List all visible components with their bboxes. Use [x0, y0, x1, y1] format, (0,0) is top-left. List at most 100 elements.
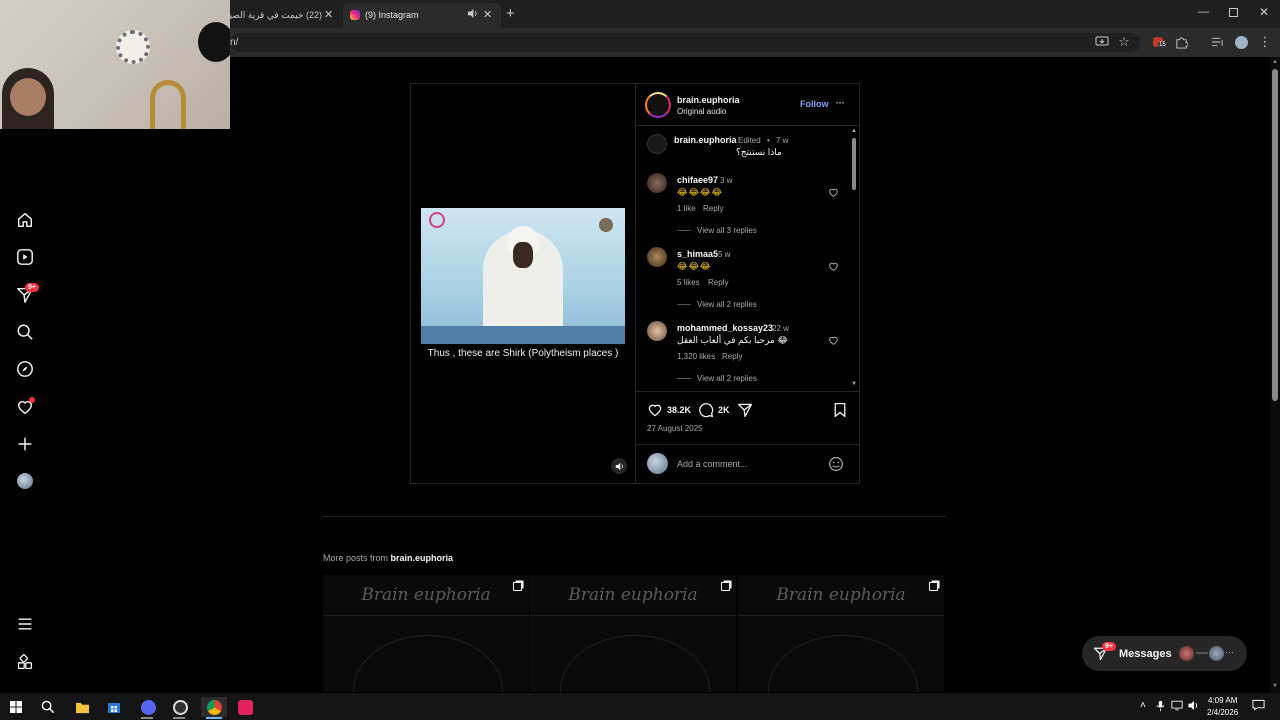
more-post-tile[interactable]: Brain euphoria — [530, 575, 736, 692]
commenter-avatar[interactable] — [647, 321, 667, 341]
reply-button[interactable]: Reply — [703, 204, 723, 213]
like-count[interactable]: 38.2K — [667, 405, 691, 415]
follow-button[interactable]: Follow — [800, 99, 829, 109]
emoji-picker-icon[interactable] — [828, 456, 844, 472]
more-post-tile[interactable]: Brain euphoria — [323, 575, 529, 692]
post-date[interactable]: 27 August 2025 — [647, 424, 703, 433]
restore-icon[interactable] — [1229, 8, 1238, 17]
view-replies-button[interactable]: View all 2 replies — [677, 300, 757, 309]
home-icon[interactable] — [14, 209, 36, 231]
reel-video[interactable]: Thus , these are Shirk (Polytheism place… — [411, 84, 635, 483]
more-options-icon[interactable]: ··· — [835, 95, 845, 109]
more-conversations-icon: ··· — [1225, 647, 1234, 657]
also-from-meta-icon[interactable] — [14, 651, 36, 673]
comment-likes[interactable]: 1 like — [677, 204, 696, 213]
obs-app-icon[interactable] — [170, 697, 190, 717]
notifications-heart-icon[interactable] — [14, 396, 36, 418]
more-posts-prefix: More posts from — [323, 553, 391, 563]
caption-avatar[interactable] — [647, 134, 667, 154]
file-explorer-icon[interactable] — [72, 697, 92, 717]
scroll-up-arrow-icon[interactable]: ▲ — [851, 128, 857, 134]
taskbar-search-icon[interactable] — [38, 697, 58, 717]
extension-adblock-icon[interactable]: 15 — [1150, 34, 1167, 50]
clock-time[interactable]: 4:09 AM — [1208, 696, 1237, 705]
profile-avatar-icon[interactable] — [1233, 34, 1249, 50]
more-post-tile[interactable]: Brain euphoria — [738, 575, 944, 692]
close-icon[interactable]: ✕ — [324, 8, 333, 21]
comment-text: مرحبا بكم في ألعاب العقل 😂 — [677, 335, 788, 345]
create-plus-icon[interactable] — [14, 433, 36, 455]
comment-count[interactable]: 2K — [718, 405, 730, 415]
clock-date[interactable]: 2/4/2026 — [1207, 708, 1238, 717]
comments-scrollbar[interactable]: ▲ ▼ — [850, 126, 858, 390]
author-username[interactable]: brain.euphoria — [677, 95, 740, 105]
reels-icon[interactable] — [14, 246, 36, 268]
reply-button[interactable]: Reply — [708, 278, 728, 287]
microsoft-store-icon[interactable] — [104, 697, 124, 717]
browser-menu-icon[interactable]: ⋮ — [1257, 34, 1273, 50]
media-controls-icon[interactable] — [1209, 34, 1225, 50]
notification-center-icon[interactable] — [1252, 699, 1265, 711]
tile-ornament — [560, 635, 710, 692]
browser-tab-instagram[interactable]: (9) Instagram ✕ — [343, 3, 501, 28]
mute-button[interactable] — [611, 458, 627, 474]
audio-label[interactable]: Original audio — [677, 107, 726, 116]
scrollbar-thumb[interactable] — [852, 138, 856, 190]
comment-username[interactable]: s_himaa5 — [677, 249, 718, 259]
speaker-face — [513, 242, 533, 268]
close-window-icon[interactable]: ✕ — [1259, 5, 1269, 19]
comment-like-heart-icon[interactable] — [828, 261, 839, 272]
view-replies-button[interactable]: View all 2 replies — [677, 374, 757, 383]
volume-icon[interactable] — [1187, 700, 1199, 711]
comment-like-heart-icon[interactable] — [828, 187, 839, 198]
red-app-icon[interactable] — [235, 697, 255, 717]
comment-username[interactable]: mohammed_kossay23 — [677, 323, 773, 333]
microphone-icon[interactable] — [1156, 700, 1165, 712]
close-icon[interactable]: ✕ — [483, 8, 492, 21]
author-avatar[interactable] — [645, 92, 671, 118]
windows-start-icon[interactable] — [6, 697, 26, 717]
new-tab-icon[interactable]: + — [506, 5, 515, 22]
messages-button[interactable]: 9+ Messages ··· — [1082, 636, 1247, 671]
comments-list[interactable]: brain.euphoria Edited • 7 w ماذا نستنتج؟… — [636, 126, 860, 392]
add-comment-input[interactable]: Add a comment... — [677, 459, 748, 469]
minimize-icon[interactable]: — — [1198, 6, 1209, 18]
page-scrollbar[interactable]: ▲ ▼ — [1270, 57, 1280, 693]
comment-likes[interactable]: 5 likes — [677, 278, 700, 287]
explore-compass-icon[interactable] — [14, 358, 36, 380]
tile-ornament — [768, 635, 918, 692]
page-scroll-down-arrow-icon[interactable]: ▼ — [1272, 683, 1278, 689]
speaker-icon[interactable] — [467, 8, 478, 19]
caption-username[interactable]: brain.euphoria — [674, 135, 737, 145]
show-hidden-icons-icon[interactable]: ˄ — [1140, 700, 1146, 711]
like-icon[interactable] — [647, 402, 663, 418]
search-icon[interactable] — [14, 321, 36, 343]
comment-like-heart-icon[interactable] — [828, 335, 839, 346]
caption-text: ماذا نستنتج؟ — [736, 147, 782, 157]
comment-likes[interactable]: 1,320 likes — [677, 352, 715, 361]
profile-avatar[interactable] — [14, 470, 36, 492]
commenter-avatar[interactable] — [647, 173, 667, 193]
address-bar[interactable]: n/ — [230, 33, 1140, 52]
more-menu-icon[interactable] — [14, 613, 36, 635]
commenter-avatar[interactable] — [647, 247, 667, 267]
more-posts-username[interactable]: brain.euphoria — [391, 553, 454, 563]
direct-messages-icon[interactable]: 9+ — [14, 283, 39, 306]
scroll-down-arrow-icon[interactable]: ▼ — [851, 381, 857, 387]
tile-divider — [738, 615, 944, 616]
reply-button[interactable]: Reply — [722, 352, 742, 361]
view-replies-button[interactable]: View all 3 replies — [677, 226, 757, 235]
page-scroll-up-arrow-icon[interactable]: ▲ — [1272, 59, 1278, 65]
comment-username[interactable]: chifaee97 — [677, 175, 718, 185]
install-app-icon[interactable] — [1094, 34, 1110, 50]
discord-app-icon[interactable] — [138, 697, 158, 717]
network-icon[interactable] — [1171, 700, 1183, 711]
chrome-app-icon[interactable] — [201, 697, 227, 717]
page-scrollbar-thumb[interactable] — [1272, 69, 1278, 401]
bookmark-star-icon[interactable]: ☆ — [1116, 34, 1132, 50]
share-icon[interactable] — [737, 402, 753, 418]
browser-tab-youtube[interactable]: (22) خيمت في قرية الصياد ✕ — [230, 3, 342, 28]
save-bookmark-icon[interactable] — [833, 402, 847, 418]
extensions-puzzle-icon[interactable] — [1173, 34, 1189, 50]
comment-icon[interactable] — [698, 402, 714, 418]
